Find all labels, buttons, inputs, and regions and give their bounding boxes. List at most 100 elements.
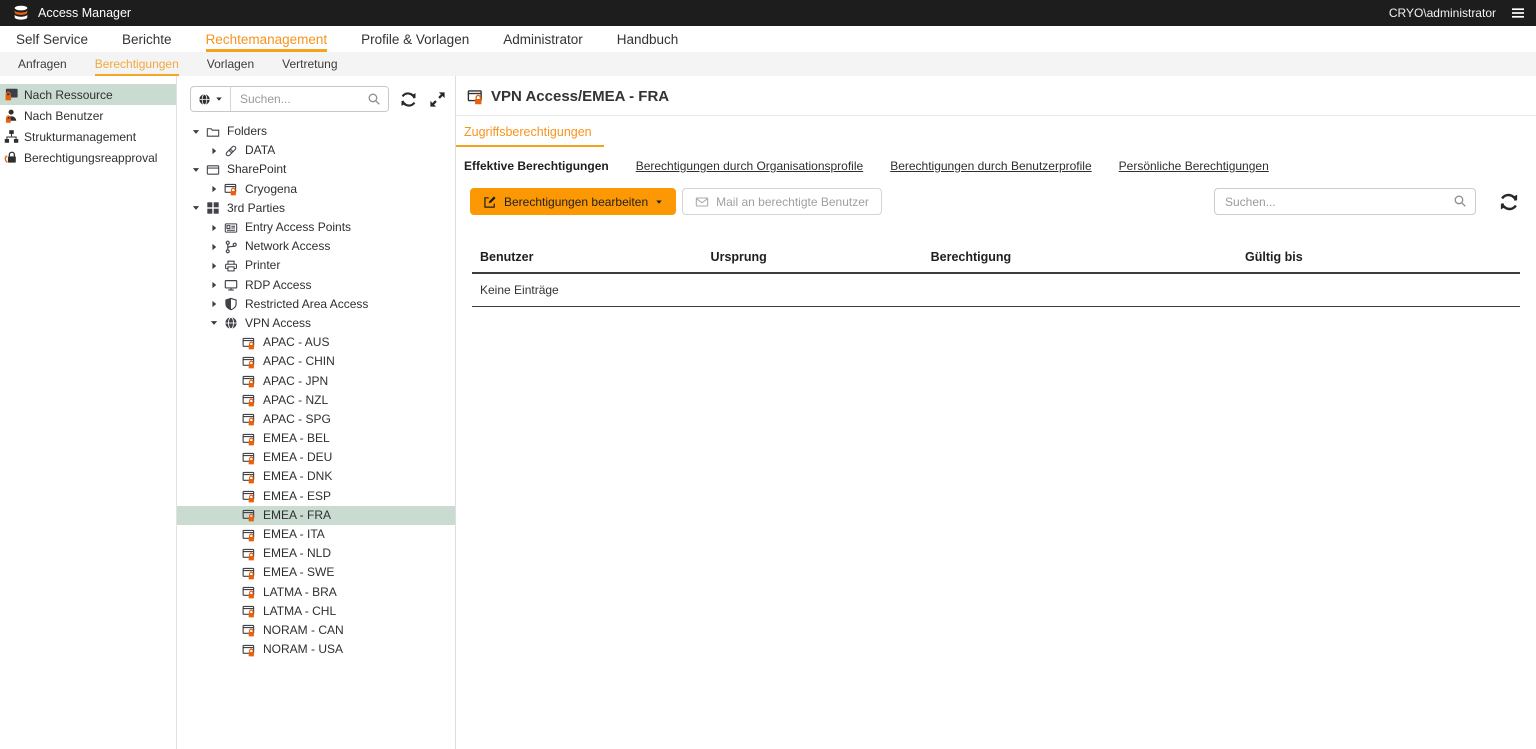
sidebar-item[interactable]: Berechtigungsreapproval [0, 147, 176, 168]
tree-row[interactable]: 3rd Parties [177, 199, 455, 218]
chevron-down-icon [215, 95, 223, 103]
win-lock-icon [241, 393, 256, 407]
tree-item-label: 3rd Parties [227, 199, 285, 218]
permissions-table-wrap: BenutzerUrsprungBerechtigungGültig bis K… [472, 244, 1520, 307]
chevron-right-icon[interactable] [205, 299, 223, 309]
tree-item-label: Network Access [245, 237, 330, 256]
table-column-header: Gültig bis [1237, 244, 1520, 273]
main-nav-item[interactable]: Administrator [503, 26, 583, 52]
chevron-right-icon[interactable] [205, 280, 223, 290]
sidebar-item[interactable]: Nach Benutzer [0, 105, 176, 126]
edit-permissions-button[interactable]: Berechtigungen bearbeiten [470, 188, 676, 215]
chevron-down-icon[interactable] [187, 127, 205, 137]
chevron-right-icon[interactable] [205, 223, 223, 233]
empty-table-text: Keine Einträge [472, 273, 1520, 307]
tree-row[interactable]: NORAM - CAN [177, 621, 455, 640]
tree-row[interactable]: EMEA - ITA [177, 525, 455, 544]
sub-nav-label: Berechtigungen [95, 57, 179, 71]
tree-expand-icon[interactable] [428, 90, 447, 109]
chevron-right-icon[interactable] [205, 261, 223, 271]
card-icon [223, 221, 238, 235]
tree-row[interactable]: LATMA - CHL [177, 602, 455, 621]
lock-reapproval-icon [4, 150, 19, 165]
table-column-header: Ursprung [703, 244, 923, 273]
sub-nav: Anfragen Berechtigungen Vorlagen Vertretung [0, 52, 1536, 76]
sublink-tab[interactable]: Berechtigungen durch Benutzerprofile [890, 159, 1091, 173]
actions-row: Berechtigungen bearbeiten Mail an berech… [456, 188, 1536, 215]
tree-row[interactable]: Printer [177, 256, 455, 275]
shield-icon [223, 297, 238, 311]
tree-row[interactable]: Folders [177, 122, 455, 141]
tree-item-label: EMEA - DNK [263, 467, 332, 486]
sub-nav-item[interactable]: Vertretung [282, 52, 337, 76]
permissions-search-input[interactable] [1214, 188, 1476, 215]
tree-item-label: EMEA - ITA [263, 525, 325, 544]
scope-dropdown[interactable] [191, 87, 231, 111]
tree-row[interactable]: LATMA - BRA [177, 583, 455, 602]
tree-row[interactable]: EMEA - ESP [177, 487, 455, 506]
main-nav-item[interactable]: Rechtemanagement [206, 26, 328, 52]
tree-row[interactable]: EMEA - BEL [177, 429, 455, 448]
chevron-right-icon[interactable] [205, 146, 223, 156]
win-lock-icon [241, 374, 256, 388]
tree-row[interactable]: APAC - NZL [177, 391, 455, 410]
tree-row[interactable]: Restricted Area Access [177, 295, 455, 314]
tree-row[interactable]: EMEA - SWE [177, 563, 455, 582]
main-nav-item[interactable]: Profile & Vorlagen [361, 26, 469, 52]
hamburger-menu-icon[interactable] [1510, 5, 1526, 21]
chevron-down-icon[interactable] [187, 203, 205, 213]
main-nav-item[interactable]: Berichte [122, 26, 172, 52]
page-title: VPN Access/EMEA - FRA [491, 88, 669, 105]
tree-row[interactable]: APAC - CHIN [177, 352, 455, 371]
sublink-tab[interactable]: Effektive Berechtigungen [464, 159, 609, 173]
tree-row[interactable]: DATA [177, 141, 455, 160]
tree-refresh-icon[interactable] [399, 90, 418, 109]
main-nav-label: Self Service [16, 32, 88, 47]
sidebar-item[interactable]: Nach Ressource [0, 84, 176, 105]
sub-nav-item[interactable]: Anfragen [18, 52, 67, 76]
sub-links: Effektive Berechtigungen Berechtigungen d… [464, 159, 1536, 173]
tree-row[interactable]: APAC - JPN [177, 371, 455, 390]
edit-pencil-icon [483, 195, 497, 209]
window-icon [205, 163, 220, 177]
sublink-tab[interactable]: Berechtigungen durch Organisationsprofil… [636, 159, 863, 173]
tree-row[interactable]: Network Access [177, 237, 455, 256]
sidebar-item[interactable]: Strukturmanagement [0, 126, 176, 147]
tree-item-label: VPN Access [245, 314, 311, 333]
tree-row[interactable]: APAC - SPG [177, 410, 455, 429]
mail-users-label: Mail an berechtigte Benutzer [716, 195, 869, 209]
chevron-down-icon[interactable] [205, 318, 223, 328]
tree-row[interactable]: RDP Access [177, 276, 455, 295]
chevron-down-icon[interactable] [187, 165, 205, 175]
tree-row[interactable]: EMEA - DEU [177, 448, 455, 467]
tree-row[interactable]: APAC - AUS [177, 333, 455, 352]
sub-nav-label: Vorlagen [207, 57, 254, 71]
chevron-down-icon [655, 198, 663, 206]
tree-item-label: EMEA - FRA [263, 506, 331, 525]
main-nav-label: Handbuch [617, 32, 679, 47]
tab-zugriffsberechtigungen[interactable]: Zugriffsberechtigungen [456, 116, 604, 147]
sidebar-item-label: Berechtigungsreapproval [24, 151, 157, 165]
tree-row[interactable]: NORAM - USA [177, 640, 455, 659]
mail-users-button[interactable]: Mail an berechtigte Benutzer [682, 188, 882, 215]
chevron-right-icon[interactable] [205, 242, 223, 252]
tree-row[interactable]: Entry Access Points [177, 218, 455, 237]
tree-item-label: APAC - JPN [263, 372, 328, 391]
sidebar-item-label: Nach Ressource [24, 88, 113, 102]
chevron-right-icon[interactable] [205, 184, 223, 194]
sublink-tab[interactable]: Persönliche Berechtigungen [1119, 159, 1269, 173]
tree-row[interactable]: SharePoint [177, 160, 455, 179]
sub-nav-item[interactable]: Berechtigungen [95, 52, 179, 76]
tree-row[interactable]: VPN Access [177, 314, 455, 333]
link-icon [223, 144, 238, 158]
tree-row[interactable]: EMEA - DNK [177, 467, 455, 486]
tree-row[interactable]: EMEA - FRA [177, 506, 455, 525]
tree-row[interactable]: EMEA - NLD [177, 544, 455, 563]
main-nav-item[interactable]: Self Service [16, 26, 88, 52]
main-nav-item[interactable]: Handbuch [617, 26, 679, 52]
sub-nav-item[interactable]: Vorlagen [207, 52, 254, 76]
tree-search-input[interactable] [231, 87, 388, 111]
tree-item-label: EMEA - ESP [263, 487, 331, 506]
tree-row[interactable]: Cryogena [177, 180, 455, 199]
table-refresh-icon[interactable] [1498, 191, 1520, 213]
